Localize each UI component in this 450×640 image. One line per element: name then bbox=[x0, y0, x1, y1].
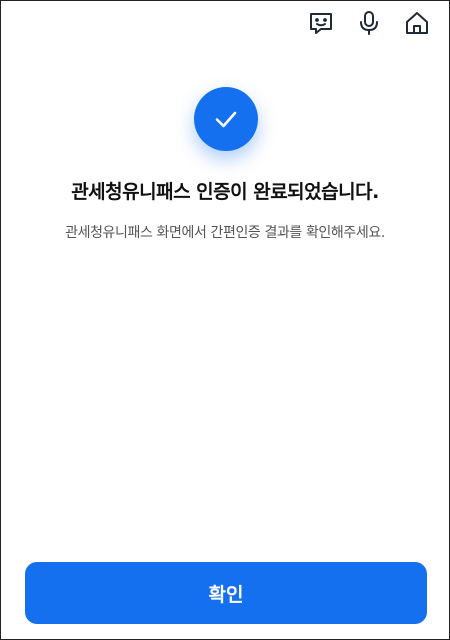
home-icon bbox=[406, 12, 428, 34]
chat-button[interactable] bbox=[307, 9, 335, 37]
top-toolbar bbox=[307, 9, 431, 37]
page-subtitle: 관세청유니패스 화면에서 간편인증 결과를 확인해주세요. bbox=[65, 225, 385, 241]
check-icon bbox=[215, 111, 237, 128]
chat-icon bbox=[310, 13, 332, 34]
home-button[interactable] bbox=[403, 9, 431, 37]
success-check-badge bbox=[194, 87, 258, 151]
confirm-button[interactable]: 확인 bbox=[25, 562, 427, 624]
microphone-button[interactable] bbox=[355, 9, 383, 37]
app-screen: 관세청유니패스 인증이 완료되었습니다. 관세청유니패스 화면에서 간편인증 결… bbox=[0, 0, 450, 640]
microphone-icon bbox=[360, 11, 378, 35]
page-title: 관세청유니패스 인증이 완료되었습니다. bbox=[71, 181, 379, 203]
